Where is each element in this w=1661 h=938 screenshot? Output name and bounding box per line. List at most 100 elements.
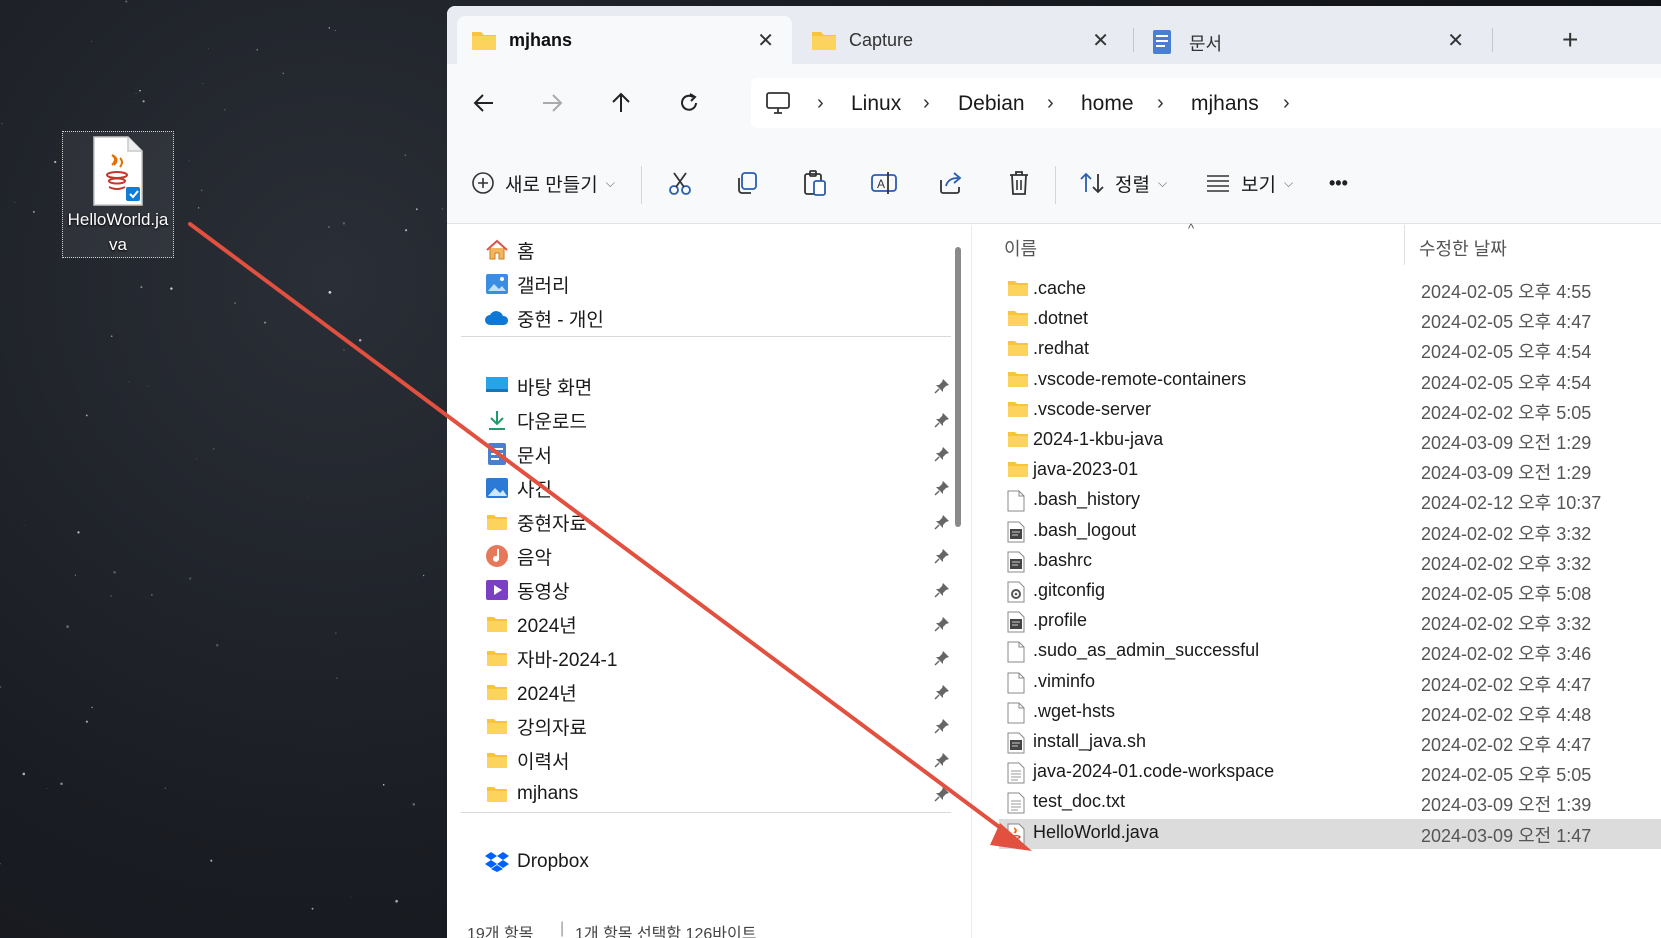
arrow-left-icon [473, 94, 493, 112]
nav-item[interactable]: 바탕 화면 [484, 371, 592, 401]
file-row[interactable]: .redhat 2024-02-05 오후 4:54 [999, 335, 1661, 365]
nav-item[interactable]: 홈 [484, 235, 534, 265]
nav-item[interactable]: Dropbox [484, 847, 589, 877]
nav-item[interactable]: 음악 [484, 541, 552, 571]
pin-icon[interactable] [934, 548, 950, 569]
pin-icon[interactable] [934, 582, 950, 603]
pin-icon[interactable] [934, 378, 950, 399]
pin-icon[interactable] [934, 446, 950, 467]
pin-icon[interactable] [934, 514, 950, 535]
pin-icon[interactable] [934, 616, 950, 637]
cut-button[interactable] [667, 163, 693, 203]
close-icon[interactable]: ✕ [757, 28, 774, 53]
nav-item[interactable]: 갤러리 [484, 269, 569, 299]
pin-icon[interactable] [934, 718, 950, 739]
forward-button[interactable] [537, 88, 567, 118]
folder-icon [812, 32, 836, 50]
file-row[interactable]: 2024-1-kbu-java 2024-03-09 오전 1:29 [999, 426, 1661, 456]
nav-item[interactable]: 중현 - 개인 [484, 303, 604, 333]
column-separator[interactable] [1404, 225, 1405, 265]
file-row[interactable]: .dotnet 2024-02-05 오후 4:47 [999, 305, 1661, 335]
file-row[interactable]: .gitconfig 2024-02-05 오후 5:08 [999, 577, 1661, 607]
file-row[interactable]: java-2023-01 2024-03-09 오전 1:29 [999, 456, 1661, 486]
file-row[interactable]: .vscode-server 2024-02-02 오후 5:05 [999, 396, 1661, 426]
scrollbar-thumb[interactable] [955, 247, 961, 527]
breadcrumb-chevron-icon[interactable]: › [817, 92, 824, 115]
desktop-file-helloworld-java[interactable]: HelloWorld.java [62, 131, 174, 258]
file-row[interactable]: .viminfo 2024-02-02 오후 4:47 [999, 668, 1661, 698]
nav-item[interactable]: 자바-2024-1 [484, 643, 617, 673]
close-icon[interactable]: ✕ [1447, 28, 1464, 53]
breadcrumb-chevron-icon[interactable]: › [923, 92, 930, 115]
refresh-button[interactable] [674, 88, 704, 118]
file-list: ^ 이름 수정한 날짜 .cache 2024-02-05 오후 4:55 .dot… [971, 221, 1661, 938]
folder-icon [484, 785, 510, 803]
breadcrumb-mjhans[interactable]: mjhans [1191, 92, 1259, 116]
file-row[interactable]: .profile 2024-02-02 오후 3:32 [999, 607, 1661, 637]
copy-button[interactable] [734, 163, 760, 203]
file-row[interactable]: .sudo_as_admin_successful 2024-02-02 오후 3… [999, 637, 1661, 667]
pin-icon[interactable] [934, 650, 950, 671]
nav-scrollbar[interactable] [953, 225, 963, 938]
nav-item[interactable]: mjhans [484, 779, 578, 809]
nav-item[interactable]: 중현자료 [484, 507, 587, 537]
up-button[interactable] [606, 88, 636, 118]
share-button[interactable] [938, 163, 964, 203]
nav-item[interactable]: 동영상 [484, 575, 569, 605]
file-modified-date: 2024-02-05 오후 4:47 [1421, 312, 1592, 333]
onedrive-cloud-icon [484, 309, 510, 327]
file-row[interactable]: .bashrc 2024-02-02 오후 3:32 [999, 547, 1661, 577]
breadcrumb-chevron-icon[interactable]: › [1047, 92, 1054, 115]
file-row[interactable]: .vscode-remote-containers 2024-02-05 오후 4… [999, 366, 1661, 396]
sort-button[interactable]: 정렬 ⌵ [1079, 163, 1167, 203]
back-button[interactable] [469, 88, 499, 118]
file-row[interactable]: test_doc.txt 2024-03-09 오전 1:39 [999, 788, 1661, 818]
breadcrumb-linux[interactable]: Linux [851, 92, 901, 116]
close-icon[interactable]: ✕ [1092, 28, 1109, 53]
view-button[interactable]: 보기 ⌵ [1205, 163, 1293, 203]
pin-icon[interactable] [934, 786, 950, 807]
more-options-button[interactable]: ••• [1329, 163, 1348, 203]
file-row[interactable]: .wget-hsts 2024-02-02 오후 4:48 [999, 698, 1661, 728]
tab-documents[interactable]: 문서 ✕ [1137, 16, 1482, 64]
folder-icon [484, 513, 510, 531]
file-modified-date: 2024-02-05 오후 4:54 [1421, 342, 1592, 363]
breadcrumb-chevron-icon[interactable]: › [1283, 92, 1290, 115]
nav-item[interactable]: 강의자료 [484, 711, 587, 741]
tab-mjhans[interactable]: mjhans ✕ [457, 16, 792, 64]
folder-icon [484, 717, 510, 735]
file-row-selected[interactable]: HelloWorld.java 2024-03-09 오전 1:47 [999, 818, 1661, 849]
nav-item-label: Dropbox [517, 851, 589, 872]
file-row[interactable]: install_java.sh 2024-02-02 오후 4:47 [999, 728, 1661, 758]
pin-icon[interactable] [934, 480, 950, 501]
file-row[interactable]: .bash_history 2024-02-12 오후 10:37 [999, 486, 1661, 516]
nav-item[interactable]: 2024년 [484, 609, 577, 639]
address-bar[interactable]: › Linux › Debian › home › mjhans › [751, 78, 1661, 128]
breadcrumb-debian[interactable]: Debian [958, 92, 1025, 116]
column-header-date[interactable]: 수정한 날짜 [1419, 235, 1507, 275]
tab-capture[interactable]: Capture ✕ [797, 16, 1127, 64]
pin-icon[interactable] [934, 412, 950, 433]
arrow-up-icon [612, 92, 630, 112]
new-button[interactable]: 새로 만들기 ⌵ [471, 163, 615, 203]
nav-item-label: 바탕 화면 [517, 377, 593, 399]
pin-icon[interactable] [934, 684, 950, 705]
delete-button[interactable] [1007, 163, 1031, 203]
new-tab-button[interactable]: + [1562, 24, 1578, 56]
column-header-name[interactable]: 이름 [1004, 235, 1037, 275]
file-name: .sudo_as_admin_successful [1033, 640, 1260, 661]
nav-item[interactable]: 다운로드 [484, 405, 587, 435]
breadcrumb-home[interactable]: home [1081, 92, 1134, 116]
paste-button[interactable] [802, 163, 828, 203]
nav-item[interactable]: 사진 [484, 473, 552, 503]
file-row[interactable]: .bash_logout 2024-02-02 오후 3:32 [999, 517, 1661, 547]
nav-item[interactable]: 이력서 [484, 745, 569, 775]
arrow-right-icon [543, 94, 563, 112]
breadcrumb-chevron-icon[interactable]: › [1157, 92, 1164, 115]
file-row[interactable]: .cache 2024-02-05 오후 4:55 [999, 275, 1661, 305]
rename-button[interactable]: A [870, 163, 898, 203]
nav-item[interactable]: 2024년 [484, 677, 577, 707]
file-row[interactable]: java-2024-01.code-workspace 2024-02-05 오후… [999, 758, 1661, 788]
pin-icon[interactable] [934, 752, 950, 773]
nav-item[interactable]: 문서 [484, 439, 552, 469]
